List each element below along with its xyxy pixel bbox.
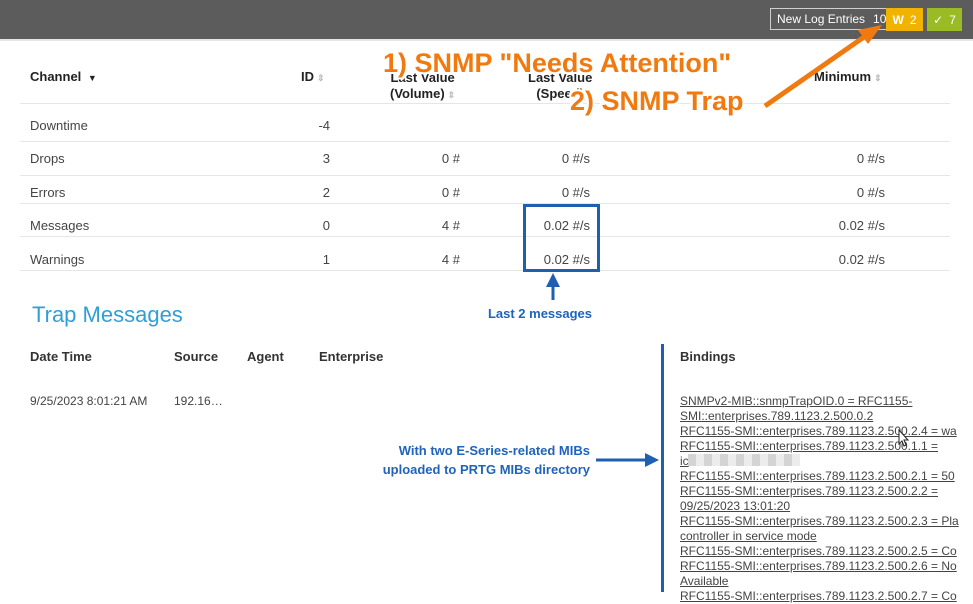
log-entries-label: New Log Entries [777,12,866,26]
channel-id: 0 [322,218,330,233]
callout-needs-attention: 1) SNMP "Needs Attention" [383,48,732,78]
channel-name: Drops [30,151,65,166]
bindings-highlight-line [661,344,664,592]
warning-letter: W [892,12,904,27]
last-value-speed: 0 #/s [561,185,590,200]
channel-name: Warnings [30,252,85,267]
minimum-value: 0 #/s [856,151,885,166]
log-entries-count: 10 [873,12,887,26]
binding-line[interactable]: SNMPv2-MIB::snmpTrapOID.0 = RFC1155- [680,394,912,409]
up-arrow [546,273,560,300]
binding-line[interactable]: SMI::enterprises.789.1123.2.500.0.2 [680,409,873,424]
ok-sensors-badge[interactable]: ✓ 7 [927,8,962,31]
right-arrow [596,453,659,467]
callout-mibs-line2: uploaded to PRTG MIBs directory [382,462,590,477]
column-header-minimum[interactable]: Minimum ⇕ [814,69,882,84]
binding-line[interactable]: Available [680,574,728,589]
channel-name: Errors [30,185,66,200]
sort-icon: ⇕ [447,90,456,100]
binding-line[interactable]: RFC1155-SMI::enterprises.789.1123.2.500.… [680,439,938,454]
channel-header-label: Channel [30,69,82,84]
trap-header-bindings[interactable]: Bindings [680,349,736,364]
channel-id: -4 [318,118,330,133]
binding-line[interactable]: RFC1155-SMI::enterprises.789.1123.2.500.… [680,589,957,604]
binding-line[interactable]: RFC1155-SMI::enterprises.789.1123.2.500.… [680,559,957,574]
channel-id: 3 [322,151,330,166]
column-header-channel[interactable]: Channel ▼ [30,69,97,84]
id-header-label: ID [301,69,314,84]
callout-snmp-trap: 2) SNMP Trap [570,86,744,116]
trap-source: 192.16… [174,394,223,408]
row-divider [20,141,950,142]
binding-line[interactable]: controller in service mode [680,529,817,544]
minimum-header-label: Minimum [814,69,872,84]
row-divider [20,175,950,176]
last-value-volume: 0 # [441,151,460,166]
last-value-volume: 0 # [441,185,460,200]
callout-mibs: With two E-Series-related MIBs uploaded … [340,441,590,479]
new-log-entries-button[interactable]: New Log Entries 10 [770,8,894,30]
row-divider [20,270,950,271]
channel-id: 2 [322,185,330,200]
redacted-blur [688,454,800,466]
row-divider [20,236,950,237]
last-messages-highlight-box [523,204,600,272]
minimum-value: 0 #/s [856,185,885,200]
trap-datetime: 9/25/2023 8:01:21 AM [30,394,148,408]
volume-header-line2: (Volume) [390,86,445,101]
channel-name: Downtime [30,118,88,133]
channel-name: Messages [30,218,90,233]
last-value-speed: 0 #/s [561,151,590,166]
callout-mibs-line1: With two E-Series-related MIBs [398,443,590,458]
minimum-value: 0.02 #/s [838,218,885,233]
trap-header-datetime[interactable]: Date Time [30,349,92,364]
warning-alarms-badge[interactable]: W 2 [886,8,923,31]
column-header-id[interactable]: ID ⇕ [301,69,325,84]
warning-count: 2 [909,12,917,27]
binding-line[interactable]: 09/25/2023 13:01:20 [680,499,790,514]
channel-id: 1 [322,252,330,267]
trap-header-enterprise[interactable]: Enterprise [319,349,383,364]
binding-line[interactable]: RFC1155-SMI::enterprises.789.1123.2.500.… [680,514,959,529]
minimum-value: 0.02 #/s [838,252,885,267]
callout-last-2-messages: Last 2 messages [487,306,593,321]
checkmark-icon: ✓ [933,12,944,27]
sort-desc-icon: ▼ [87,73,97,83]
last-value-volume: 4 # [441,252,460,267]
annotation-arrows [546,25,910,467]
trap-header-source[interactable]: Source [174,349,218,364]
trap-messages-title: Trap Messages [32,302,183,327]
row-divider [20,203,950,204]
trap-header-agent[interactable]: Agent [247,349,284,364]
top-bar-shadow [0,39,973,41]
sort-icon: ⇕ [317,73,325,83]
table-divider [20,103,950,104]
last-value-volume: 4 # [441,218,460,233]
binding-line[interactable]: RFC1155-SMI::enterprises.789.1123.2.500.… [680,424,957,439]
binding-line[interactable]: RFC1155-SMI::enterprises.789.1123.2.500.… [680,544,957,559]
ok-count: 7 [949,12,956,27]
sort-icon: ⇕ [874,73,882,83]
binding-line[interactable]: RFC1155-SMI::enterprises.789.1123.2.500.… [680,484,938,499]
binding-line[interactable]: RFC1155-SMI::enterprises.789.1123.2.500.… [680,469,955,484]
